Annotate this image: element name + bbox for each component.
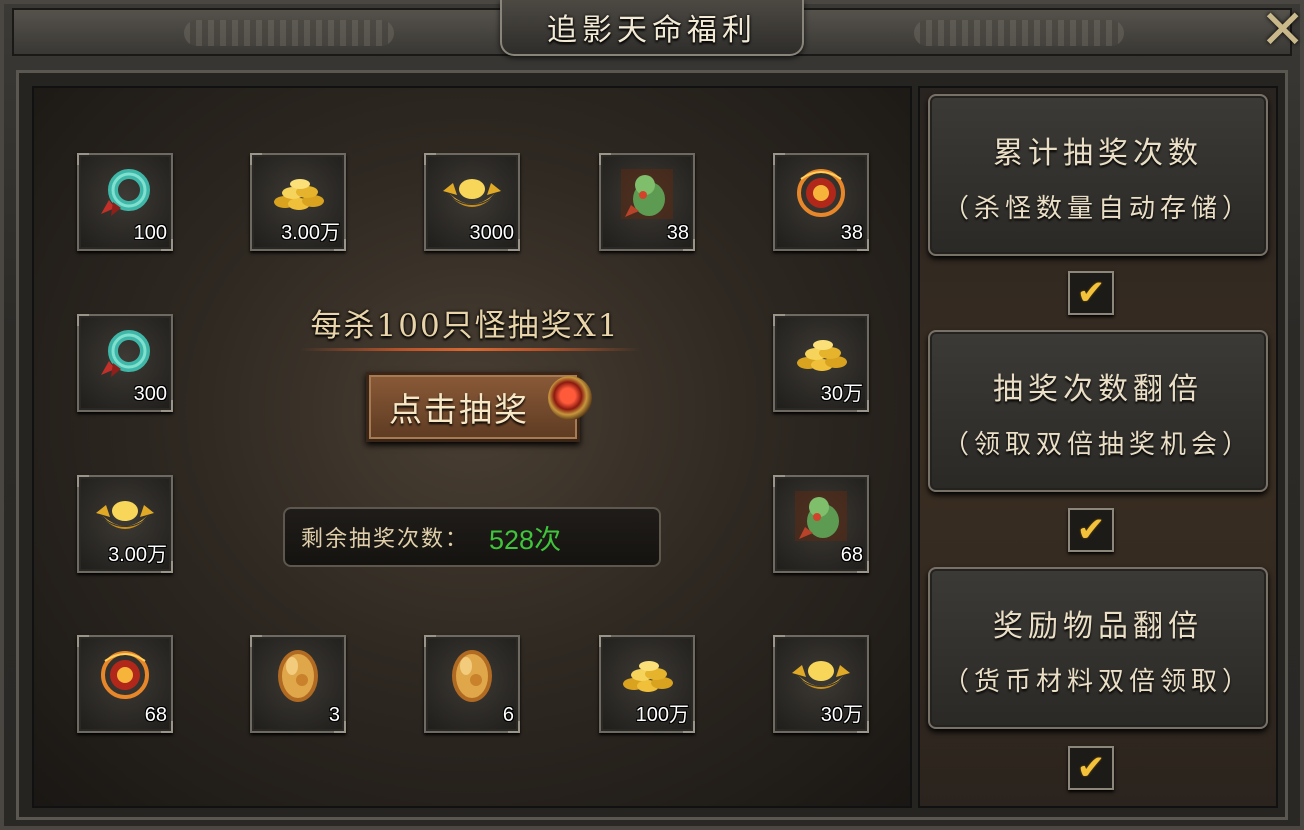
reward-slot[interactable]: 30万 (773, 635, 869, 733)
reward-slot[interactable]: 30万 (773, 314, 869, 412)
option-subtitle: （领取双倍抽奖机会） (942, 430, 1253, 460)
reward-slot[interactable]: 3.00万 (77, 475, 173, 573)
jade-ring-icon (91, 326, 159, 384)
checkbox-cumulative[interactable]: ✔ (1068, 271, 1114, 315)
option-title: 奖励物品翻倍 (993, 609, 1203, 644)
reward-slot[interactable]: 38 (599, 153, 695, 251)
check-icon: ✔ (1076, 510, 1106, 550)
reward-count: 38 (840, 222, 863, 244)
gold-ingot-icon (91, 487, 159, 545)
draw-button-label: 点击抽奖 (389, 390, 529, 429)
reward-slot[interactable]: 100万 (599, 635, 695, 733)
fire-orb-icon (787, 165, 855, 223)
remaining-draws-box: 剩余抽奖次数： 528次 (283, 507, 661, 567)
option-title: 累计抽奖次数 (993, 136, 1203, 171)
reward-count: 38 (666, 222, 689, 244)
dragon-ornament-right (914, 20, 1124, 46)
option-card-double-draws: 抽奖次数翻倍 （领取双倍抽奖机会） (928, 330, 1268, 492)
reward-count: 100万 (635, 704, 689, 726)
reward-slot[interactable]: 100 (77, 153, 173, 251)
option-subtitle: （杀怪数量自动存储） (942, 194, 1253, 224)
lottery-rule-text: 每杀100只怪抽奖X1 (310, 308, 620, 344)
gold-ingot-icon (438, 165, 506, 223)
reward-count: 3 (328, 704, 340, 726)
close-x-icon[interactable]: ✕ (1260, 0, 1304, 60)
gold-coins-icon (264, 165, 332, 223)
reward-count: 3.00万 (108, 544, 167, 566)
reward-count: 68 (840, 544, 863, 566)
gold-ingot-icon (787, 647, 855, 705)
reward-slot[interactable]: 68 (77, 635, 173, 733)
option-card-double-rewards: 奖励物品翻倍 （货币材料双倍领取） (928, 567, 1268, 729)
reward-count: 30万 (820, 704, 863, 726)
reward-slot[interactable]: 3 (250, 635, 346, 733)
draw-lottery-button[interactable]: 点击抽奖 (366, 372, 580, 442)
title-plate: 追影天命福利 (500, 0, 804, 56)
reward-slot[interactable]: 6 (424, 635, 520, 733)
reward-slot[interactable]: 68 (773, 475, 869, 573)
remaining-draws-label: 剩余抽奖次数： (301, 527, 470, 552)
amber-stone-icon (438, 647, 506, 705)
checkbox-double-draws[interactable]: ✔ (1068, 508, 1114, 552)
reward-slot[interactable]: 38 (773, 153, 869, 251)
gold-coins-icon (787, 326, 855, 384)
jade-gourd-icon (613, 165, 681, 223)
option-subtitle: （货币材料双倍领取） (942, 667, 1253, 697)
reward-slot[interactable]: 300 (77, 314, 173, 412)
reward-count: 3.00万 (281, 222, 340, 244)
red-gem-icon (548, 376, 592, 420)
banner-divider (300, 348, 640, 351)
reward-slot[interactable]: 3000 (424, 153, 520, 251)
option-title: 抽奖次数翻倍 (993, 372, 1203, 407)
reward-slot[interactable]: 3.00万 (250, 153, 346, 251)
gold-coins-icon (613, 647, 681, 705)
remaining-draws-value: 528次 (489, 524, 562, 555)
check-icon: ✔ (1076, 748, 1106, 788)
reward-count: 30万 (820, 383, 863, 405)
fire-orb-icon (91, 647, 159, 705)
reward-count: 6 (502, 704, 514, 726)
page-title: 追影天命福利 (547, 13, 757, 48)
jade-gourd-icon (787, 487, 855, 545)
reward-count: 300 (133, 383, 167, 405)
reward-count: 68 (144, 704, 167, 726)
reward-count: 3000 (469, 222, 515, 244)
check-icon: ✔ (1076, 273, 1106, 313)
dragon-ornament-left (184, 20, 394, 46)
reward-count: 100 (133, 222, 167, 244)
amber-stone-icon (264, 647, 332, 705)
checkbox-double-rewards[interactable]: ✔ (1068, 746, 1114, 790)
option-card-cumulative: 累计抽奖次数 （杀怪数量自动存储） (928, 94, 1268, 256)
jade-ring-icon (91, 165, 159, 223)
